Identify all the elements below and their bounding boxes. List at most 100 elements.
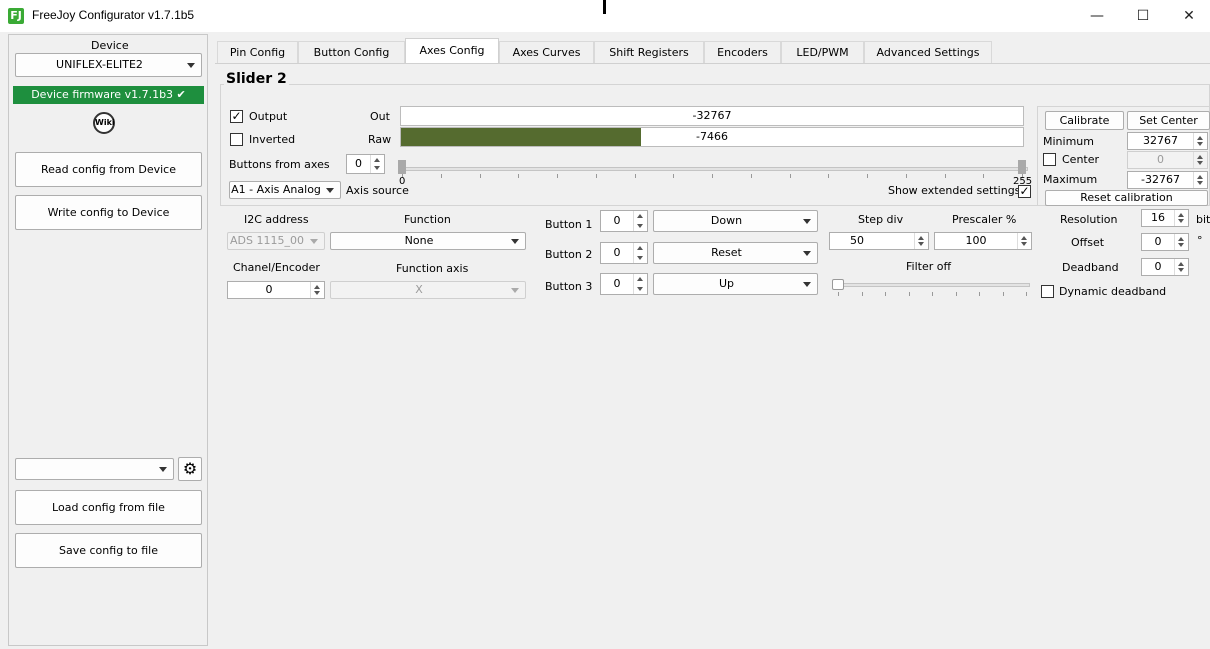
offset-spin[interactable]: 0 <box>1141 233 1189 251</box>
set-center-button[interactable]: Set Center <box>1127 111 1210 130</box>
read-config-button[interactable]: Read config from Device <box>15 152 202 187</box>
spin-arrows-icon[interactable] <box>914 233 928 249</box>
resolution-spin[interactable]: 16 <box>1141 209 1189 227</box>
step-div-spin[interactable]: 50 <box>829 232 929 250</box>
filter-slider-handle[interactable] <box>832 279 844 290</box>
slider-min-handle[interactable] <box>398 160 406 174</box>
raw-label: Raw <box>368 133 392 146</box>
close-button[interactable]: ✕ <box>1166 4 1210 28</box>
raw-value-bar: -7466 <box>400 127 1024 147</box>
wiki-globe-icon[interactable]: Wiki <box>93 112 115 134</box>
device-select[interactable]: UNIFLEX-ELITE2 <box>15 53 202 77</box>
center-label: Center <box>1062 153 1100 166</box>
slider-tick <box>518 174 520 178</box>
slider-tick <box>1002 292 1004 296</box>
tab-shift-registers[interactable]: Shift Registers <box>594 41 704 63</box>
spin-arrows-icon[interactable] <box>633 211 647 231</box>
chevron-down-icon <box>310 239 318 244</box>
function-axis-value: X <box>415 283 423 296</box>
deadband-spin[interactable]: 0 <box>1141 258 1189 276</box>
minimum-spin[interactable]: 32767 <box>1127 132 1208 150</box>
button-3-num: 0 <box>613 277 621 290</box>
button-1-spin[interactable]: 0 <box>600 210 648 232</box>
i2c-select: ADS 1115_00 <box>227 232 325 250</box>
button-2-action-select[interactable]: Reset <box>653 242 818 264</box>
channel-label: Chanel/Encoder <box>233 261 320 274</box>
spin-arrows-icon[interactable] <box>1017 233 1031 249</box>
calibrate-button[interactable]: Calibrate <box>1045 111 1124 130</box>
button-3-spin[interactable]: 0 <box>600 273 648 295</box>
resolution-label: Resolution <box>1060 213 1118 226</box>
reset-calibration-button[interactable]: Reset calibration <box>1045 190 1208 206</box>
maximize-button[interactable]: ☐ <box>1120 4 1166 28</box>
config-file-select[interactable] <box>15 458 174 480</box>
slider-tick <box>908 292 910 296</box>
out-label: Out <box>370 110 390 123</box>
button-2-spin[interactable]: 0 <box>600 242 648 264</box>
slider-tick <box>595 174 597 178</box>
maximum-spin[interactable]: -32767 <box>1127 171 1208 189</box>
slider-tick <box>634 174 636 178</box>
tab-pin-config[interactable]: Pin Config <box>217 41 298 63</box>
check-icon: ✓ <box>231 109 242 123</box>
tab-encoders[interactable]: Encoders <box>704 41 781 63</box>
button-1-action-select[interactable]: Down <box>653 210 818 232</box>
settings-button[interactable]: ⚙ <box>178 457 202 481</box>
center-checkbox[interactable] <box>1043 153 1056 166</box>
slider-tick <box>932 292 933 296</box>
output-checkbox[interactable]: ✓ <box>230 110 243 123</box>
chevron-down-icon <box>803 219 811 224</box>
filter-slider[interactable] <box>832 283 1030 287</box>
tab-axes-config[interactable]: Axes Config <box>405 38 499 64</box>
load-config-label: Load config from file <box>52 501 165 514</box>
button-3-action-select[interactable]: Up <box>653 273 818 295</box>
function-label: Function <box>404 213 451 226</box>
filter-label: Filter off <box>906 260 952 273</box>
write-config-button[interactable]: Write config to Device <box>15 195 202 230</box>
spin-arrows-icon[interactable] <box>1193 133 1207 149</box>
spin-arrows-icon[interactable] <box>633 274 647 294</box>
slider-tick <box>867 174 868 178</box>
chevron-down-icon <box>511 239 519 244</box>
tab-label: Advanced Settings <box>876 46 980 59</box>
center-value: 0 <box>1157 153 1164 166</box>
spin-arrows-icon[interactable] <box>633 243 647 263</box>
tab-axes-curves[interactable]: Axes Curves <box>499 41 594 63</box>
function-select[interactable]: None <box>330 232 526 250</box>
slider-max-handle[interactable] <box>1018 160 1026 174</box>
minimize-button[interactable]: — <box>1074 4 1120 28</box>
step-div-label: Step div <box>858 213 904 226</box>
offset-unit: ° <box>1197 234 1203 247</box>
spin-arrows-icon[interactable] <box>370 155 384 173</box>
tab-label: Encoders <box>717 46 768 59</box>
offset-value: 0 <box>1154 235 1162 248</box>
tab-button-config[interactable]: Button Config <box>298 41 405 63</box>
spin-arrows-icon[interactable] <box>1174 210 1188 226</box>
tab-advanced-settings[interactable]: Advanced Settings <box>864 41 992 63</box>
center-spin: 0 <box>1127 151 1208 169</box>
chevron-down-icon <box>159 467 167 472</box>
gear-icon: ⚙ <box>182 459 198 478</box>
inverted-checkbox[interactable] <box>230 133 243 146</box>
slider-tick <box>885 292 886 296</box>
write-config-label: Write config to Device <box>47 206 170 219</box>
axis-source-select[interactable]: A1 - Axis Analog <box>229 181 341 199</box>
save-config-button[interactable]: Save config to file <box>15 533 202 568</box>
resolution-unit: bit <box>1196 213 1210 226</box>
buttons-from-axes-spin[interactable]: 0 <box>346 154 385 174</box>
minimum-label: Minimum <box>1043 135 1094 148</box>
prescaler-spin[interactable]: 100 <box>934 232 1032 250</box>
channel-spin[interactable]: 0 <box>227 281 325 299</box>
tab-led-pwm[interactable]: LED/PWM <box>781 41 864 63</box>
function-value: None <box>404 234 434 247</box>
spin-arrows-icon[interactable] <box>1193 172 1207 188</box>
spin-arrows-icon[interactable] <box>1174 234 1188 250</box>
axis-range-slider[interactable] <box>398 167 1028 171</box>
show-extended-checkbox[interactable]: ✓ <box>1018 185 1031 198</box>
dynamic-deadband-checkbox[interactable] <box>1041 285 1054 298</box>
spin-arrows-icon[interactable] <box>310 282 324 298</box>
set-center-label: Set Center <box>1139 114 1198 127</box>
spin-arrows-icon[interactable] <box>1174 259 1188 275</box>
minimum-value: 32767 <box>1143 134 1178 147</box>
load-config-button[interactable]: Load config from file <box>15 490 202 525</box>
